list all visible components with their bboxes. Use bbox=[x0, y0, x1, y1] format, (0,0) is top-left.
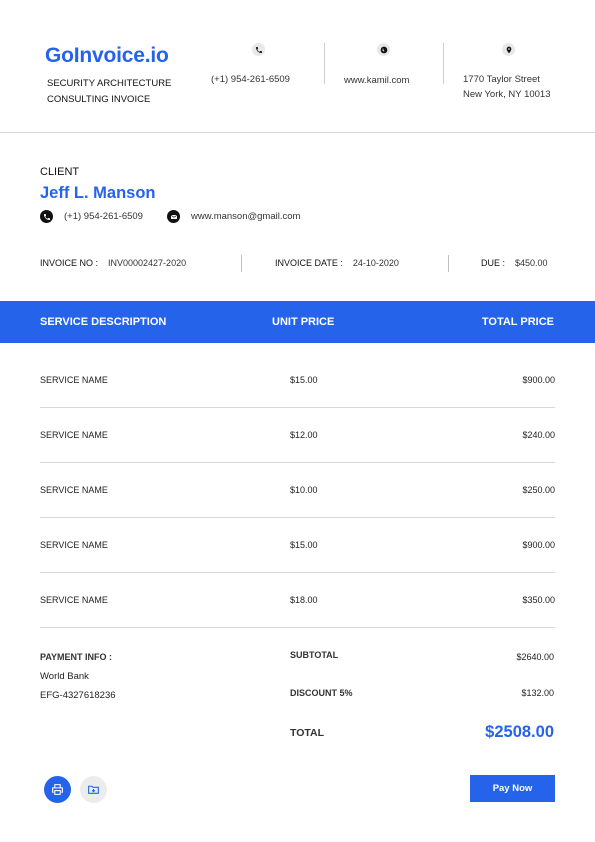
client-email[interactable]: www.manson@gmail.com bbox=[191, 211, 300, 222]
service-name: SERVICE NAME bbox=[40, 595, 108, 605]
globe-icon bbox=[377, 43, 390, 56]
column-header-unit-price: UNIT PRICE bbox=[272, 316, 335, 328]
table-row: SERVICE NAME $15.00 $900.00 bbox=[40, 353, 555, 408]
print-button[interactable] bbox=[44, 776, 71, 803]
table-row: SERVICE NAME $12.00 $240.00 bbox=[40, 408, 555, 463]
invoice-due: DUE : $450.00 bbox=[481, 258, 548, 268]
client-phone: (+1) 954-261-6509 bbox=[64, 211, 143, 222]
meta-divider bbox=[448, 255, 449, 272]
unit-price: $18.00 bbox=[290, 595, 318, 605]
table-row: SERVICE NAME $15.00 $900.00 bbox=[40, 518, 555, 573]
invoice-number-value: INV00002427-2020 bbox=[108, 258, 187, 268]
column-header-total-price: TOTAL PRICE bbox=[481, 316, 554, 328]
table-header: SERVICE DESCRIPTION UNIT PRICE TOTAL PRI… bbox=[0, 301, 595, 343]
phone-icon bbox=[252, 43, 265, 56]
meta-divider bbox=[241, 255, 242, 272]
service-name: SERVICE NAME bbox=[40, 540, 108, 550]
folder-download-icon bbox=[88, 785, 99, 794]
discount-value: $132.00 bbox=[521, 688, 554, 698]
unit-price: $15.00 bbox=[290, 540, 318, 550]
invoice-date-label: INVOICE DATE : bbox=[275, 258, 343, 268]
service-name: SERVICE NAME bbox=[40, 430, 108, 440]
total-label: TOTAL bbox=[290, 727, 325, 739]
total-price: $900.00 bbox=[522, 540, 555, 550]
total-price: $900.00 bbox=[522, 375, 555, 385]
invoice-number-label: INVOICE NO : bbox=[40, 258, 99, 268]
subtotal-value: $2640.00 bbox=[516, 652, 554, 662]
discount-label: DISCOUNT 5% bbox=[290, 688, 353, 698]
service-name: SERVICE NAME bbox=[40, 375, 108, 385]
table-row: SERVICE NAME $18.00 $350.00 bbox=[40, 573, 555, 628]
total-value: $2508.00 bbox=[485, 723, 554, 741]
total-price: $240.00 bbox=[522, 430, 555, 440]
unit-price: $15.00 bbox=[290, 375, 318, 385]
client-name: Jeff L. Manson bbox=[40, 184, 156, 202]
due-label: DUE : bbox=[481, 258, 506, 268]
phone-icon bbox=[40, 210, 53, 223]
invoice-header: GoInvoice.io SECURITY ARCHITECTURE CONSU… bbox=[0, 0, 595, 133]
email-icon bbox=[167, 210, 180, 223]
invoice-date: INVOICE DATE : 24-10-2020 bbox=[275, 258, 399, 268]
payment-bank: World Bank bbox=[40, 671, 89, 682]
service-name: SERVICE NAME bbox=[40, 485, 108, 495]
table-row: SERVICE NAME $10.00 $250.00 bbox=[40, 463, 555, 518]
invoice-subtitle: SECURITY ARCHITECTURE CONSULTING INVOICE bbox=[47, 78, 172, 105]
printer-icon bbox=[52, 784, 63, 795]
client-label: CLIENT bbox=[40, 166, 80, 178]
payment-account: EFG-4327618236 bbox=[40, 690, 116, 701]
header-website[interactable]: www.kamil.com bbox=[344, 73, 409, 89]
unit-price: $12.00 bbox=[290, 430, 318, 440]
header-divider bbox=[443, 43, 444, 84]
brand-logo: GoInvoice.io bbox=[45, 44, 169, 67]
payment-info-label: PAYMENT INFO : bbox=[40, 652, 113, 662]
invoice-number: INVOICE NO : INV00002427-2020 bbox=[40, 258, 186, 268]
invoice-date-value: 24-10-2020 bbox=[352, 258, 399, 268]
unit-price: $10.00 bbox=[290, 485, 318, 495]
total-price: $250.00 bbox=[522, 485, 555, 495]
location-pin-icon bbox=[502, 43, 515, 56]
column-header-service: SERVICE DESCRIPTION bbox=[40, 316, 167, 328]
pay-now-button[interactable]: Pay Now bbox=[470, 775, 555, 802]
header-divider bbox=[324, 43, 325, 84]
header-address-line1: 1770 Taylor Street bbox=[463, 74, 540, 85]
due-value: $450.00 bbox=[515, 258, 548, 268]
header-address-line2: New York, NY 10013 bbox=[463, 89, 551, 100]
subtotal-label: SUBTOTAL bbox=[290, 650, 339, 660]
save-folder-button[interactable] bbox=[80, 776, 107, 803]
header-phone: (+1) 954-261-6509 bbox=[211, 74, 290, 85]
total-price: $350.00 bbox=[522, 595, 555, 605]
